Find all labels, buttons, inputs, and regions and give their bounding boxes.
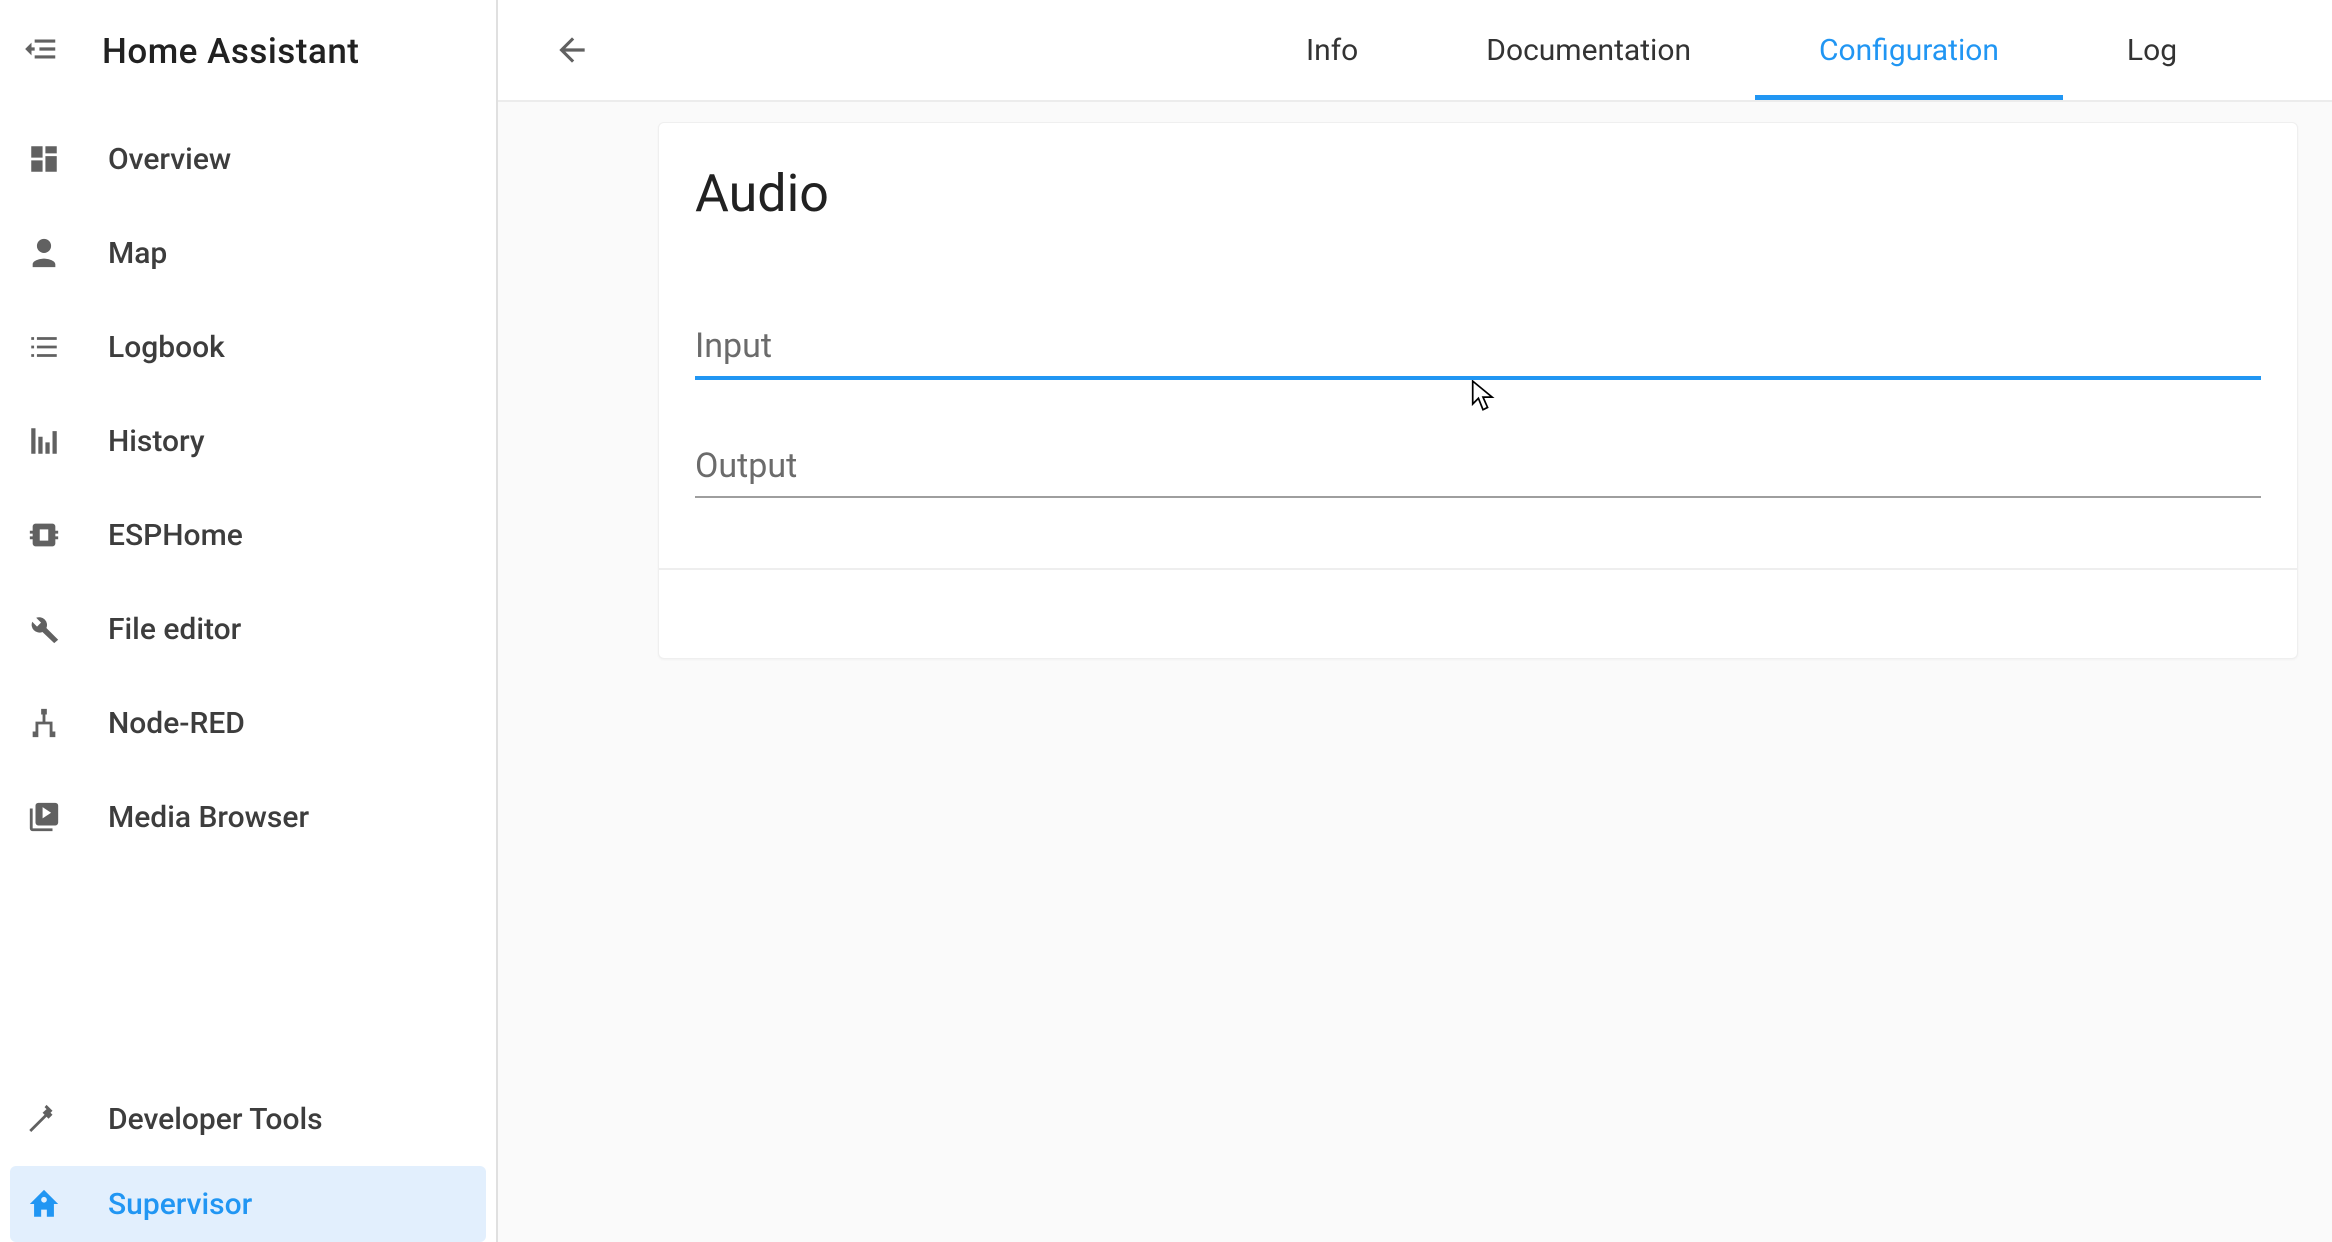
sidebar-item-label: Logbook [108,330,225,365]
sidebar-item-map[interactable]: Map [0,206,496,300]
sidebar-item-label: Media Browser [108,800,309,835]
audio-input-field[interactable]: Input [695,320,2261,380]
sidebar-item-supervisor[interactable]: Supervisor [10,1166,486,1242]
sidebar-item-logbook[interactable]: Logbook [0,300,496,394]
menu-collapse-icon[interactable] [22,30,60,72]
sitemap-icon [26,706,62,740]
sidebar-item-label: Map [108,236,167,271]
card-body: Audio Input Output [659,123,2297,568]
account-icon [26,236,62,270]
sidebar-item-overview[interactable]: Overview [0,112,496,206]
sidebar-item-history[interactable]: History [0,394,496,488]
sidebar-item-label: History [108,424,205,459]
sidebar-item-label: File editor [108,612,241,647]
sidebar-item-file-editor[interactable]: File editor [0,582,496,676]
sidebar-item-label: Overview [108,142,231,177]
sidebar-nav: Overview Map Logbook History ESPHome [0,102,496,1242]
sidebar-item-node-red[interactable]: Node-RED [0,676,496,770]
card-title: Audio [695,163,2261,224]
back-button[interactable] [542,20,602,80]
audio-input-select[interactable]: Input [695,320,2261,380]
chip-icon [26,518,62,552]
hammer-icon [26,1102,62,1136]
sidebar-item-label: ESPHome [108,518,243,553]
chart-bar-icon [26,424,62,458]
wrench-icon [26,612,62,646]
topbar: Info Documentation Configuration Log [498,0,2332,102]
sidebar-item-label: Node-RED [108,706,245,741]
audio-output-field[interactable]: Output [695,440,2261,498]
tabs: Info Documentation Configuration Log [1242,0,2241,100]
app-title: Home Assistant [102,31,359,72]
tab-log[interactable]: Log [2063,0,2241,100]
dashboard-icon [26,142,62,176]
tab-documentation[interactable]: Documentation [1422,0,1755,100]
sidebar-item-developer-tools[interactable]: Developer Tools [0,1072,496,1166]
home-assistant-icon [26,1187,62,1221]
sidebar-spacer [0,864,496,1072]
sidebar-item-label: Supervisor [108,1187,252,1222]
tab-info[interactable]: Info [1242,0,1422,100]
sidebar: Home Assistant Overview Map Logbook Hist… [0,0,498,1242]
sidebar-header: Home Assistant [0,0,496,102]
arrow-left-icon [553,31,591,69]
card-footer [659,568,2297,658]
audio-output-select[interactable]: Output [695,440,2261,498]
content: Audio Input Output [498,102,2332,1242]
sidebar-item-media-browser[interactable]: Media Browser [0,770,496,864]
play-box-multiple-icon [26,800,62,834]
audio-card: Audio Input Output [658,122,2298,659]
list-icon [26,330,62,364]
tab-configuration[interactable]: Configuration [1755,0,2063,100]
sidebar-item-esphome[interactable]: ESPHome [0,488,496,582]
main: Info Documentation Configuration Log Aud… [498,0,2332,1242]
sidebar-item-label: Developer Tools [108,1102,323,1137]
